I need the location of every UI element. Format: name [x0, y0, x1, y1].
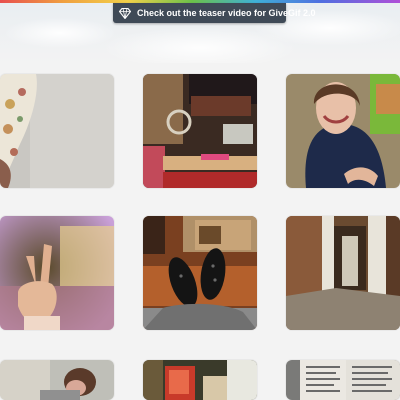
gif-tile-6[interactable] [286, 216, 400, 330]
diamond-icon [119, 6, 131, 20]
gif-tile-5[interactable] [143, 216, 257, 330]
teaser-banner[interactable]: Check out the teaser video for GiveGif 2… [113, 3, 316, 23]
gif-tile-7[interactable] [0, 360, 114, 400]
gif-tile-2[interactable] [143, 74, 257, 188]
teaser-banner-text: Check out the teaser video for GiveGif 2… [137, 8, 316, 18]
gif-tile-8[interactable] [143, 360, 257, 400]
gif-tile-4[interactable] [0, 216, 114, 330]
gif-tile-9[interactable] [286, 360, 400, 400]
gif-tile-3[interactable] [286, 74, 400, 188]
gif-tile-1[interactable] [0, 74, 114, 188]
